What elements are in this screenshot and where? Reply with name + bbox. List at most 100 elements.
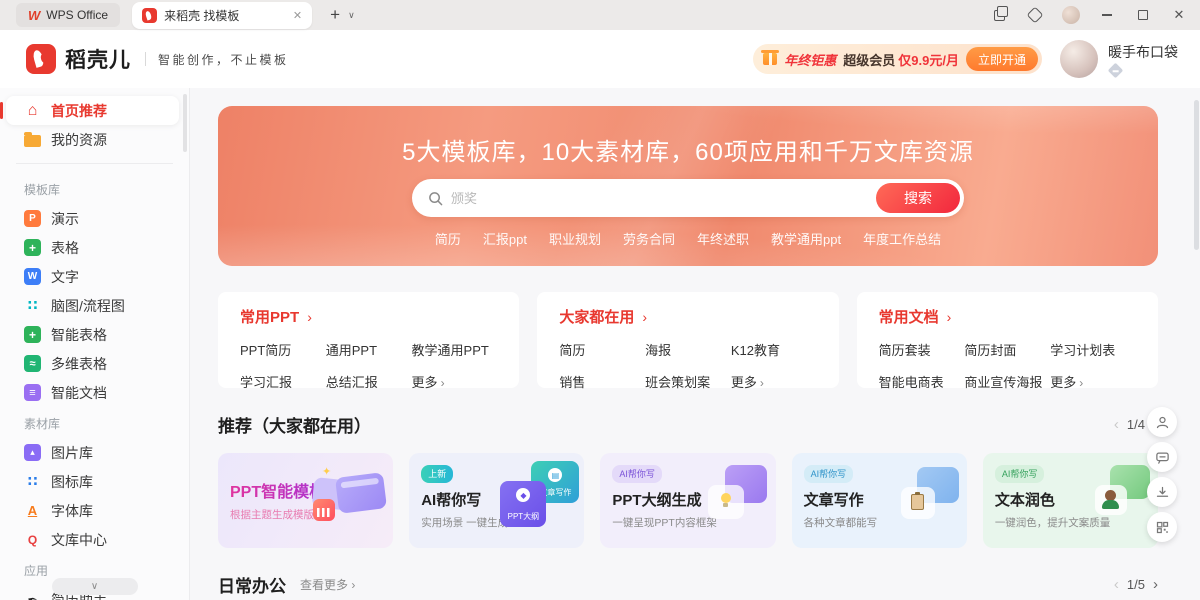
tab-wps-office[interactable]: W WPS Office [16, 3, 120, 27]
panel-link[interactable]: PPT简历 [240, 340, 326, 359]
pager-prev-icon[interactable]: ‹ [1114, 576, 1119, 593]
card-ppt-outline[interactable]: AI帮你写 PPT大纲生成 一键呈现PPT内容框架 [600, 453, 775, 548]
workspace-cube-icon[interactable] [1022, 2, 1048, 28]
tab-docer-label: 来稻壳 找模板 [164, 7, 286, 24]
new-tab-button[interactable]: + [324, 5, 346, 25]
mindmap-icon: ∷ [24, 297, 41, 314]
promo-price: 仅9.9元/月 [898, 50, 959, 69]
close-button[interactable]: ✕ [1166, 2, 1192, 28]
hero-title: 5大模板库，10大素材库，60项应用和千万文库资源 [218, 106, 1158, 167]
sidebar-item-icon-library[interactable]: ∷ 图标库 [0, 467, 189, 496]
download-button[interactable] [1147, 477, 1177, 507]
sidebar-collapse-button[interactable]: ∨ [52, 578, 138, 595]
sidebar-group-templates: 模板库 [0, 173, 189, 204]
hot-tag[interactable]: 年度工作总结 [863, 229, 941, 248]
card-text-polish[interactable]: AI帮你写 文本润色 一键润色，提升文案质量 [983, 453, 1158, 548]
sidebar-item-font-library[interactable]: A 字体库 [0, 496, 189, 525]
panel-link[interactable]: 简历套装 [879, 340, 965, 359]
sidebar-scrollbar[interactable] [183, 94, 187, 152]
daily-title: 日常办公 [218, 572, 286, 597]
promo-tag: 年终钜惠 [784, 50, 836, 69]
card-title: PPT大纲生成 [612, 489, 763, 510]
hot-tag[interactable]: 汇报ppt [483, 229, 527, 248]
chevron-right-icon: › [947, 309, 952, 325]
page-scrollbar[interactable] [1194, 90, 1199, 596]
sidebar-item-home[interactable]: ⌂ 首页推荐 [6, 96, 179, 125]
card-title: AI帮你写 [421, 489, 572, 510]
sidebar-item-presentation[interactable]: P 演示 [0, 204, 189, 233]
sidebar-item-spreadsheet[interactable]: + 表格 [0, 233, 189, 262]
card-title: 文本润色 [995, 489, 1146, 510]
card-ai-write[interactable]: 上新 AI帮你写 实用场景 一键生成 ▤文章写作 ◆PPT大纲 [409, 453, 584, 548]
recommend-cards: PPT智能模板 根据主题生成模版 ✦ 上新 AI帮你写 实用场景 一键生成 ▤文… [218, 453, 1158, 548]
sidebar-item-label: 图标库 [51, 472, 93, 492]
membership-promo-banner[interactable]: 年终钜惠 超级会员 仅9.9元/月 立即开通 [753, 44, 1042, 74]
image-library-icon: ▴ [24, 444, 41, 461]
panel-title-link[interactable]: 常用PPT › [240, 306, 497, 327]
pager-prev-icon[interactable]: ‹ [1114, 416, 1119, 433]
active-indicator [0, 102, 3, 119]
hero-banner: 5大模板库，10大素材库，60项应用和千万文库资源 搜索 简历 汇报ppt 职业… [218, 106, 1158, 266]
sidebar-item-smart-doc[interactable]: ≡ 智能文档 [0, 378, 189, 407]
restore-button[interactable] [1130, 2, 1156, 28]
sidebar-item-document[interactable]: W 文字 [0, 262, 189, 291]
hot-tag[interactable]: 教学通用ppt [771, 229, 841, 248]
pager-page: 1/5 [1127, 577, 1145, 592]
sidebar-item-multi-sheet[interactable]: ≈ 多维表格 [0, 349, 189, 378]
hot-tag[interactable]: 简历 [435, 229, 461, 248]
hot-tag[interactable]: 年终述职 [697, 229, 749, 248]
sidebar-item-label: 文字 [51, 267, 79, 287]
sidebar-item-library-center[interactable]: Q 文库中心 [0, 525, 189, 554]
user-avatar[interactable] [1060, 40, 1098, 78]
card-subtitle: 各种文章都能写 [804, 515, 955, 530]
panel-link-more[interactable]: 更多› [731, 372, 817, 391]
sidebar-item-mindmap[interactable]: ∷ 脑图/流程图 [0, 291, 189, 320]
panel-title-link[interactable]: 大家都在用 › [559, 306, 816, 327]
panel-link[interactable]: 商业宣传海报 [964, 372, 1050, 391]
sidebar-item-smart-sheet[interactable]: + 智能表格 [0, 320, 189, 349]
see-more-link[interactable]: 查看更多 › [300, 576, 355, 593]
panel-link-more[interactable]: 更多› [1050, 372, 1136, 391]
card-article-writing[interactable]: AI帮你写 文章写作 各种文章都能写 [792, 453, 967, 548]
profile-button[interactable] [1147, 407, 1177, 437]
panel-link[interactable]: K12教育 [731, 340, 817, 359]
panel-link[interactable]: 总结汇报 [326, 372, 412, 391]
document-icon: W [24, 268, 41, 285]
panel-link[interactable]: 学习汇报 [240, 372, 326, 391]
card-ppt-smart-template[interactable]: PPT智能模板 根据主题生成模版 ✦ [218, 453, 393, 548]
search-button[interactable]: 搜索 [876, 183, 960, 213]
panel-link[interactable]: 智能电商表 [879, 372, 965, 391]
recommend-heading-row: 推荐（大家都在用） ‹ 1/4 › [218, 412, 1158, 437]
sidebar-item-label: 我的资源 [51, 130, 107, 150]
sidebar-item-image-library[interactable]: ▴ 图片库 [0, 438, 189, 467]
panel-link[interactable]: 销售 [559, 372, 645, 391]
search-input[interactable] [451, 191, 876, 206]
hot-tag[interactable]: 劳务合同 [623, 229, 675, 248]
panel-link[interactable]: 教学通用PPT [412, 340, 498, 359]
search-bar[interactable]: 搜索 [412, 179, 964, 217]
open-membership-button[interactable]: 立即开通 [966, 47, 1038, 71]
minimize-button[interactable] [1094, 2, 1120, 28]
daily-heading-row: 日常办公 查看更多 › ‹ 1/5 › [218, 572, 1158, 597]
panel-link[interactable]: 海报 [645, 340, 731, 359]
tab-close-icon[interactable]: ✕ [293, 9, 302, 22]
panel-link[interactable]: 学习计划表 [1050, 340, 1136, 359]
stack-windows-icon[interactable] [986, 2, 1012, 28]
pager-next-icon[interactable]: › [1153, 576, 1158, 593]
panel-title-link[interactable]: 常用文档 › [879, 306, 1136, 327]
docer-logo-icon [26, 44, 56, 74]
feedback-button[interactable] [1147, 442, 1177, 472]
user-block[interactable]: 暖手布口袋 [1060, 40, 1178, 78]
qr-code-button[interactable] [1147, 512, 1177, 542]
hot-tag[interactable]: 职业规划 [549, 229, 601, 248]
panel-link[interactable]: 简历 [559, 340, 645, 359]
panel-link[interactable]: 简历封面 [964, 340, 1050, 359]
panel-link[interactable]: 通用PPT [326, 340, 412, 359]
titlebar-avatar[interactable] [1058, 2, 1084, 28]
tab-list-caret-icon[interactable]: ∨ [348, 10, 355, 21]
panel-link[interactable]: 班会策划案 [645, 372, 731, 391]
tab-docer[interactable]: 来稻壳 找模板 ✕ [132, 2, 312, 29]
panel-link-more[interactable]: 更多› [412, 372, 498, 391]
hot-search-tags: 简历 汇报ppt 职业规划 劳务合同 年终述职 教学通用ppt 年度工作总结 [218, 229, 1158, 248]
sidebar-item-my-resources[interactable]: 我的资源 [0, 125, 189, 154]
